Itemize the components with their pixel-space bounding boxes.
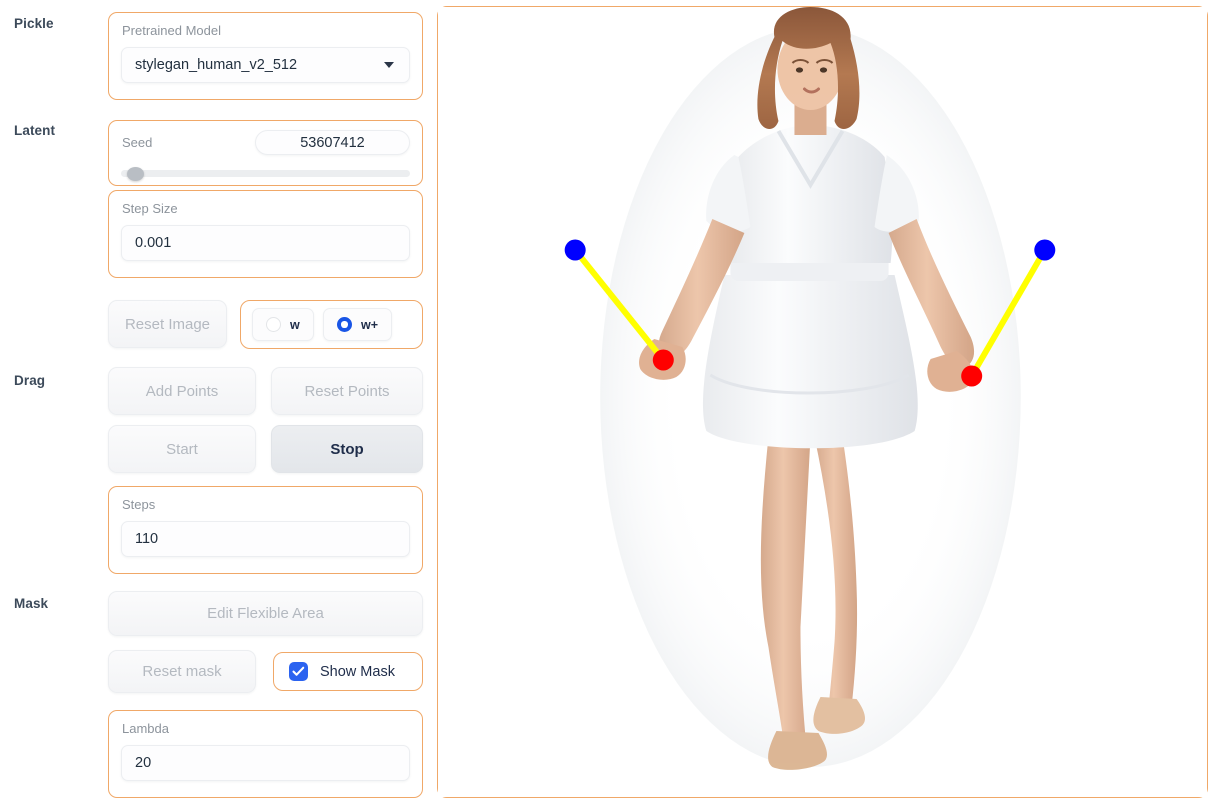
section-label-pickle: Pickle: [14, 16, 54, 31]
radio-dot-w: [266, 317, 281, 332]
lambda-card: Lambda 20: [108, 710, 423, 798]
edit-flexible-area-button[interactable]: Edit Flexible Area: [108, 591, 423, 636]
section-label-drag: Drag: [14, 373, 46, 388]
steps-label: Steps: [122, 497, 156, 512]
handle-point-2[interactable]: [961, 365, 983, 387]
generated-image-canvas[interactable]: [438, 7, 1207, 797]
lambda-value: 20: [135, 755, 152, 771]
seed-input[interactable]: 53607412: [255, 130, 410, 155]
seed-slider-thumb[interactable]: [126, 167, 144, 181]
reset-mask-button[interactable]: Reset mask: [108, 650, 256, 693]
radio-dot-wplus: [337, 317, 352, 332]
seed-card: Seed 53607412: [108, 120, 423, 186]
controls-column: Pickle Latent Drag Mask Pretrained Model…: [0, 0, 430, 810]
radio-option-wplus[interactable]: w+: [323, 308, 393, 341]
steps-input[interactable]: 110: [121, 521, 410, 557]
pretrained-model-card: Pretrained Model stylegan_human_v2_512: [108, 12, 423, 100]
reset-image-button[interactable]: Reset Image: [108, 300, 227, 348]
pretrained-model-select[interactable]: stylegan_human_v2_512: [121, 47, 410, 83]
seed-label: Seed: [122, 135, 153, 150]
stop-button[interactable]: Stop: [271, 425, 423, 473]
step-size-value: 0.001: [135, 235, 172, 251]
seed-slider-track: [121, 170, 410, 177]
radio-option-w[interactable]: w: [252, 308, 314, 341]
step-size-label: Step Size: [122, 201, 178, 216]
radio-label-wplus: w+: [361, 317, 379, 332]
step-size-input[interactable]: 0.001: [121, 225, 410, 261]
chevron-down-icon: [384, 62, 394, 68]
target-point-1[interactable]: [564, 239, 586, 261]
checkbox-checked-icon: [289, 662, 308, 681]
section-label-mask: Mask: [14, 596, 49, 611]
section-label-latent: Latent: [14, 123, 56, 138]
pretrained-model-label: Pretrained Model: [122, 23, 221, 38]
show-mask-label: Show Mask: [320, 663, 395, 680]
start-button[interactable]: Start: [108, 425, 256, 473]
target-point-2[interactable]: [1034, 239, 1056, 261]
steps-card: Steps 110: [108, 486, 423, 574]
lambda-label: Lambda: [122, 721, 169, 736]
pretrained-model-value: stylegan_human_v2_512: [135, 57, 298, 73]
seed-slider[interactable]: [121, 167, 410, 181]
add-points-button[interactable]: Add Points: [108, 367, 256, 415]
radio-label-w: w: [290, 317, 300, 332]
draggan-app: Pickle Latent Drag Mask Pretrained Model…: [0, 0, 1223, 810]
step-size-card: Step Size 0.001: [108, 190, 423, 278]
lambda-input[interactable]: 20: [121, 745, 410, 781]
handle-point-1[interactable]: [652, 349, 674, 371]
steps-value: 110: [135, 531, 159, 547]
image-panel: Image: [437, 6, 1208, 798]
seed-row: Seed 53607412: [109, 121, 422, 155]
reset-points-button[interactable]: Reset Points: [271, 367, 423, 415]
show-mask-checkbox[interactable]: Show Mask: [273, 652, 423, 691]
latent-space-radio-group: w w+: [240, 300, 423, 349]
